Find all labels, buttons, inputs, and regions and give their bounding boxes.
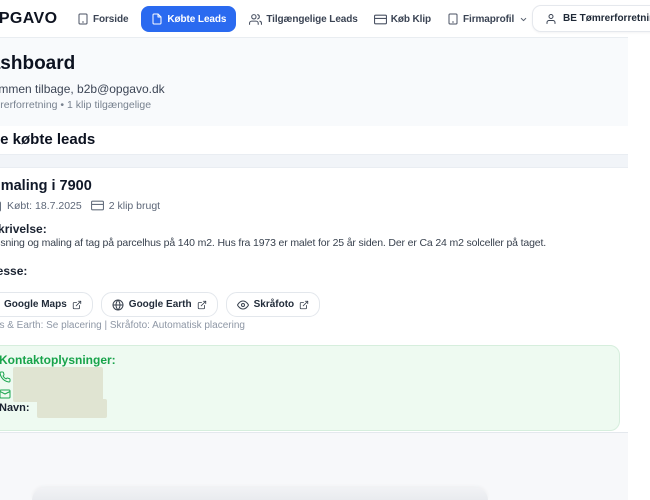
eye-icon	[237, 299, 249, 311]
contact-card: Kontaktoplysninger: Navn:	[0, 345, 620, 431]
nav-item-label: Forside	[93, 14, 128, 25]
nav-item-label: Køb Klip	[391, 14, 431, 25]
welcome-text: Velkommen tilbage, b2b@opgavo.dk	[0, 82, 628, 96]
map-note-text: Maps & Earth: Se placering | Skråfoto: A…	[0, 320, 245, 331]
section-gap-band	[0, 154, 628, 168]
page-title: Dashboard	[0, 53, 628, 75]
clips-used-badge: 2 klip brugt	[91, 199, 160, 212]
address-label: Adresse:	[0, 264, 27, 278]
map-button-label: Skråfoto	[254, 299, 295, 310]
bottom-background	[0, 433, 628, 500]
redacted-name-block	[37, 399, 107, 418]
map-button-label: Google Earth	[129, 299, 192, 310]
top-navbar: OPGAVO Forside Købte Leads	[0, 0, 628, 38]
lead-meta-row: Købt: 18.7.2025 2 klip brugt	[0, 199, 160, 212]
user-icon	[545, 13, 557, 25]
description-label: Beskrivelse:	[0, 222, 47, 236]
section-title: Dine købte leads	[0, 126, 628, 148]
credit-card-icon	[374, 13, 387, 26]
nav-item-firmaprofil[interactable]: Firmaprofil	[444, 7, 531, 31]
purchased-date: Købt: 18.7.2025	[0, 200, 82, 212]
name-label: Navn:	[0, 402, 30, 414]
map-buttons-row: Google Maps Google Earth	[0, 292, 320, 317]
redacted-contact-block	[13, 367, 103, 402]
description-text: Afrensning og maling af tag på parcelhus…	[0, 237, 546, 249]
nav-item-label: Tilgængelige Leads	[266, 14, 357, 25]
brand-logo[interactable]: OPGAVO	[0, 0, 57, 37]
google-maps-button[interactable]: Google Maps	[0, 292, 93, 317]
users-icon	[249, 13, 262, 26]
nav-item-kob-klip[interactable]: Køb Klip	[371, 7, 434, 32]
skrafoto-button[interactable]: Skråfoto	[226, 292, 321, 317]
account-meta-text: BE Tømrerforretning • 1 klip tilgængelig…	[0, 99, 628, 111]
bottom-panel-edge	[32, 488, 488, 500]
external-link-icon	[299, 300, 309, 310]
purchased-date-label: Købt: 18.7.2025	[7, 200, 82, 212]
mail-icon	[0, 388, 11, 400]
leads-section-header: Dine købte leads	[0, 126, 628, 154]
clips-used-label: 2 klip brugt	[109, 200, 160, 212]
app-window: OPGAVO Forside Købte Leads	[0, 0, 650, 500]
nav-item-label: Købte Leads	[167, 14, 226, 25]
home-device-icon	[77, 13, 89, 25]
credit-card-icon	[91, 199, 104, 212]
dashboard-header: Dashboard Velkommen tilbage, b2b@opgavo.…	[0, 38, 628, 126]
google-earth-button[interactable]: Google Earth	[101, 292, 218, 317]
chevron-down-icon	[519, 15, 528, 24]
calendar-icon	[0, 200, 2, 212]
contact-title: Kontaktoplysninger:	[0, 353, 116, 367]
document-icon	[151, 13, 163, 25]
page: OPGAVO Forside Købte Leads	[0, 0, 628, 500]
nav-item-kobte-leads[interactable]: Købte Leads	[141, 6, 236, 32]
phone-icon	[0, 371, 11, 383]
nav-item-tilgaengelige-leads[interactable]: Tilgængelige Leads	[246, 7, 360, 32]
main-nav: Forside Købte Leads Tilgængelige Leads	[74, 0, 531, 38]
external-link-icon	[197, 300, 207, 310]
account-button[interactable]: BE Tømrerforretning	[532, 5, 650, 32]
account-label: BE Tømrerforretning	[563, 13, 650, 24]
map-button-label: Google Maps	[4, 299, 67, 310]
nav-item-forside[interactable]: Forside	[74, 7, 131, 31]
profile-device-icon	[447, 13, 459, 25]
lead-title: Tagmaling i 7900	[0, 178, 92, 194]
globe-icon	[112, 299, 124, 311]
external-link-icon	[72, 300, 82, 310]
lead-card: Tagmaling i 7900 Købt: 18.7.2025 2 klip …	[0, 168, 628, 433]
nav-item-label: Firmaprofil	[463, 14, 514, 25]
